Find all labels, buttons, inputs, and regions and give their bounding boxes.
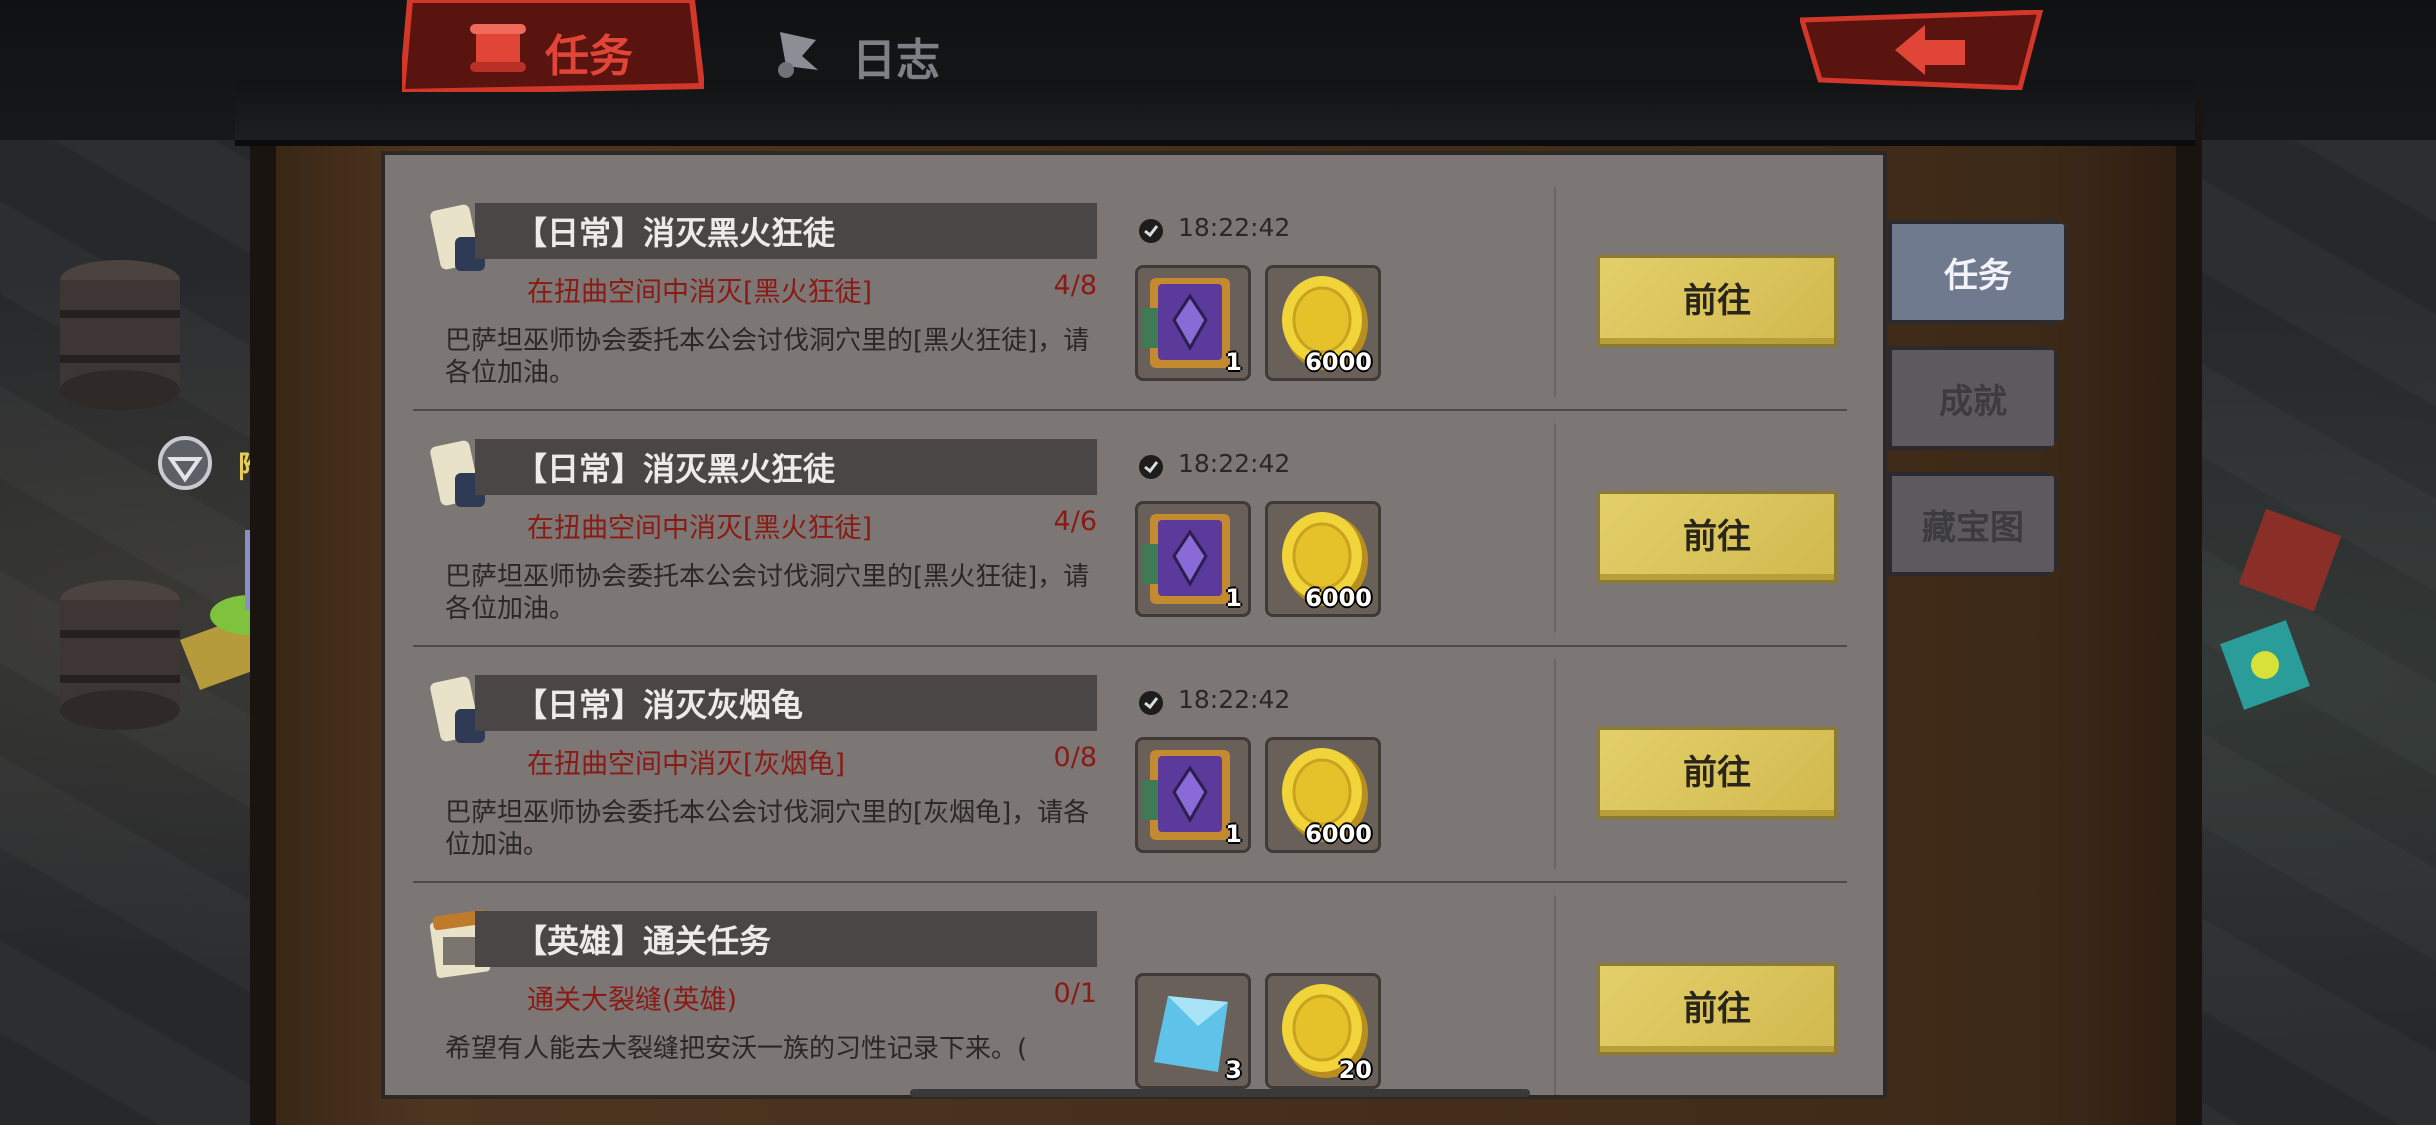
reward-slot[interactable]: 6000: [1265, 265, 1381, 381]
go-button[interactable]: 前往: [1597, 491, 1837, 583]
tab-quests-label: 任务: [545, 31, 633, 82]
side-tab-treasure-map[interactable]: 藏宝图: [1888, 472, 2058, 576]
home-indicator: [910, 1089, 1530, 1097]
quest-progress: 0/1: [1053, 978, 1097, 1009]
reward-count: 1: [1225, 820, 1242, 848]
quest-title: 【日常】消灭黑火狂徒: [515, 450, 836, 488]
quest-title: 【日常】消灭黑火狂徒: [515, 214, 836, 252]
enchant-icon: [158, 436, 212, 490]
barrel-decoration: [60, 260, 180, 410]
totem-decoration: [2220, 508, 2342, 710]
column-divider: [1554, 659, 1556, 869]
side-tab-achievements[interactable]: 成就: [1888, 346, 2058, 450]
side-tab-quests[interactable]: 任务: [1888, 220, 2068, 324]
quest-description: 巴萨坦巫师协会委托本公会讨伐洞穴里的[黑火狂徒]，请各位加油。: [445, 562, 1090, 624]
go-button[interactable]: 前往: [1597, 727, 1837, 819]
quest-objective: 在扭曲空间中消灭[黑火狂徒]: [527, 277, 873, 308]
timer-icon: [1139, 691, 1163, 715]
reward-slot[interactable]: 6000: [1265, 501, 1381, 617]
quest-title: 【英雄】通关任务: [515, 922, 772, 960]
reward-slot[interactable]: 1: [1135, 265, 1251, 381]
log-flag-icon: [778, 32, 818, 78]
reward-count: 6000: [1305, 584, 1372, 612]
tab-log-label: 日志: [852, 35, 940, 86]
quest-description: 巴萨坦巫师协会委托本公会讨伐洞穴里的[黑火狂徒]，请各位加油。: [445, 326, 1090, 388]
column-divider: [1554, 895, 1556, 1095]
reward-slot[interactable]: 1: [1135, 737, 1251, 853]
quest-scroll-tab-icon: [470, 24, 526, 72]
quest-progress: 4/6: [1053, 506, 1097, 537]
reward-slot[interactable]: 6000: [1265, 737, 1381, 853]
quest-item: 【日常】消灭灰烟龟 在扭曲空间中消灭[灰烟龟] 0/8 巴萨坦巫师协会委托本公会…: [385, 647, 1883, 883]
quest-item: 【英雄】通关任务 通关大裂缝(英雄) 0/1 希望有人能去大裂缝把安沃一族的习性…: [385, 883, 1883, 1095]
quest-list-panel[interactable]: 【日常】消灭黑火狂徒 在扭曲空间中消灭[黑火狂徒] 4/8 巴萨坦巫师协会委托本…: [385, 155, 1883, 1095]
quest-objective: 在扭曲空间中消灭[灰烟龟]: [527, 749, 846, 780]
reward-count: 20: [1338, 1056, 1372, 1084]
quest-objective: 通关大裂缝(英雄): [527, 985, 738, 1016]
reward-count: 1: [1225, 584, 1242, 612]
quest-timer: 18:22:42: [1178, 213, 1291, 242]
reward-count: 6000: [1305, 348, 1372, 376]
go-button[interactable]: 前往: [1597, 963, 1837, 1055]
reward-count: 3: [1225, 1056, 1242, 1084]
quest-description: 巴萨坦巫师协会委托本公会讨伐洞穴里的[灰烟龟]，请各位加油。: [445, 798, 1090, 860]
barrel-decoration: [60, 580, 180, 730]
quest-timer: 18:22:42: [1178, 449, 1291, 478]
go-button[interactable]: 前往: [1597, 255, 1837, 347]
quest-title: 【日常】消灭灰烟龟: [515, 686, 804, 724]
reward-slot[interactable]: 20: [1265, 973, 1381, 1089]
reward-count: 1: [1225, 348, 1242, 376]
quest-item: 【日常】消灭黑火狂徒 在扭曲空间中消灭[黑火狂徒] 4/6 巴萨坦巫师协会委托本…: [385, 411, 1883, 647]
quest-progress: 0/8: [1053, 742, 1097, 773]
column-divider: [1554, 423, 1556, 633]
quest-description: 希望有人能去大裂缝把安沃一族的习性记录下来。(: [445, 1034, 1028, 1064]
timer-icon: [1139, 455, 1163, 479]
column-divider: [1554, 187, 1556, 397]
quest-timer: 18:22:42: [1178, 685, 1291, 714]
quest-progress: 4/8: [1053, 270, 1097, 301]
timer-icon: [1139, 219, 1163, 243]
reward-slot[interactable]: 3: [1135, 973, 1251, 1089]
quest-item: 【日常】消灭黑火狂徒 在扭曲空间中消灭[黑火狂徒] 4/8 巴萨坦巫师协会委托本…: [385, 175, 1883, 411]
back-button[interactable]: [1800, 10, 2050, 90]
quest-objective: 在扭曲空间中消灭[黑火狂徒]: [527, 513, 873, 544]
reward-slot[interactable]: 1: [1135, 501, 1251, 617]
reward-count: 6000: [1305, 820, 1372, 848]
